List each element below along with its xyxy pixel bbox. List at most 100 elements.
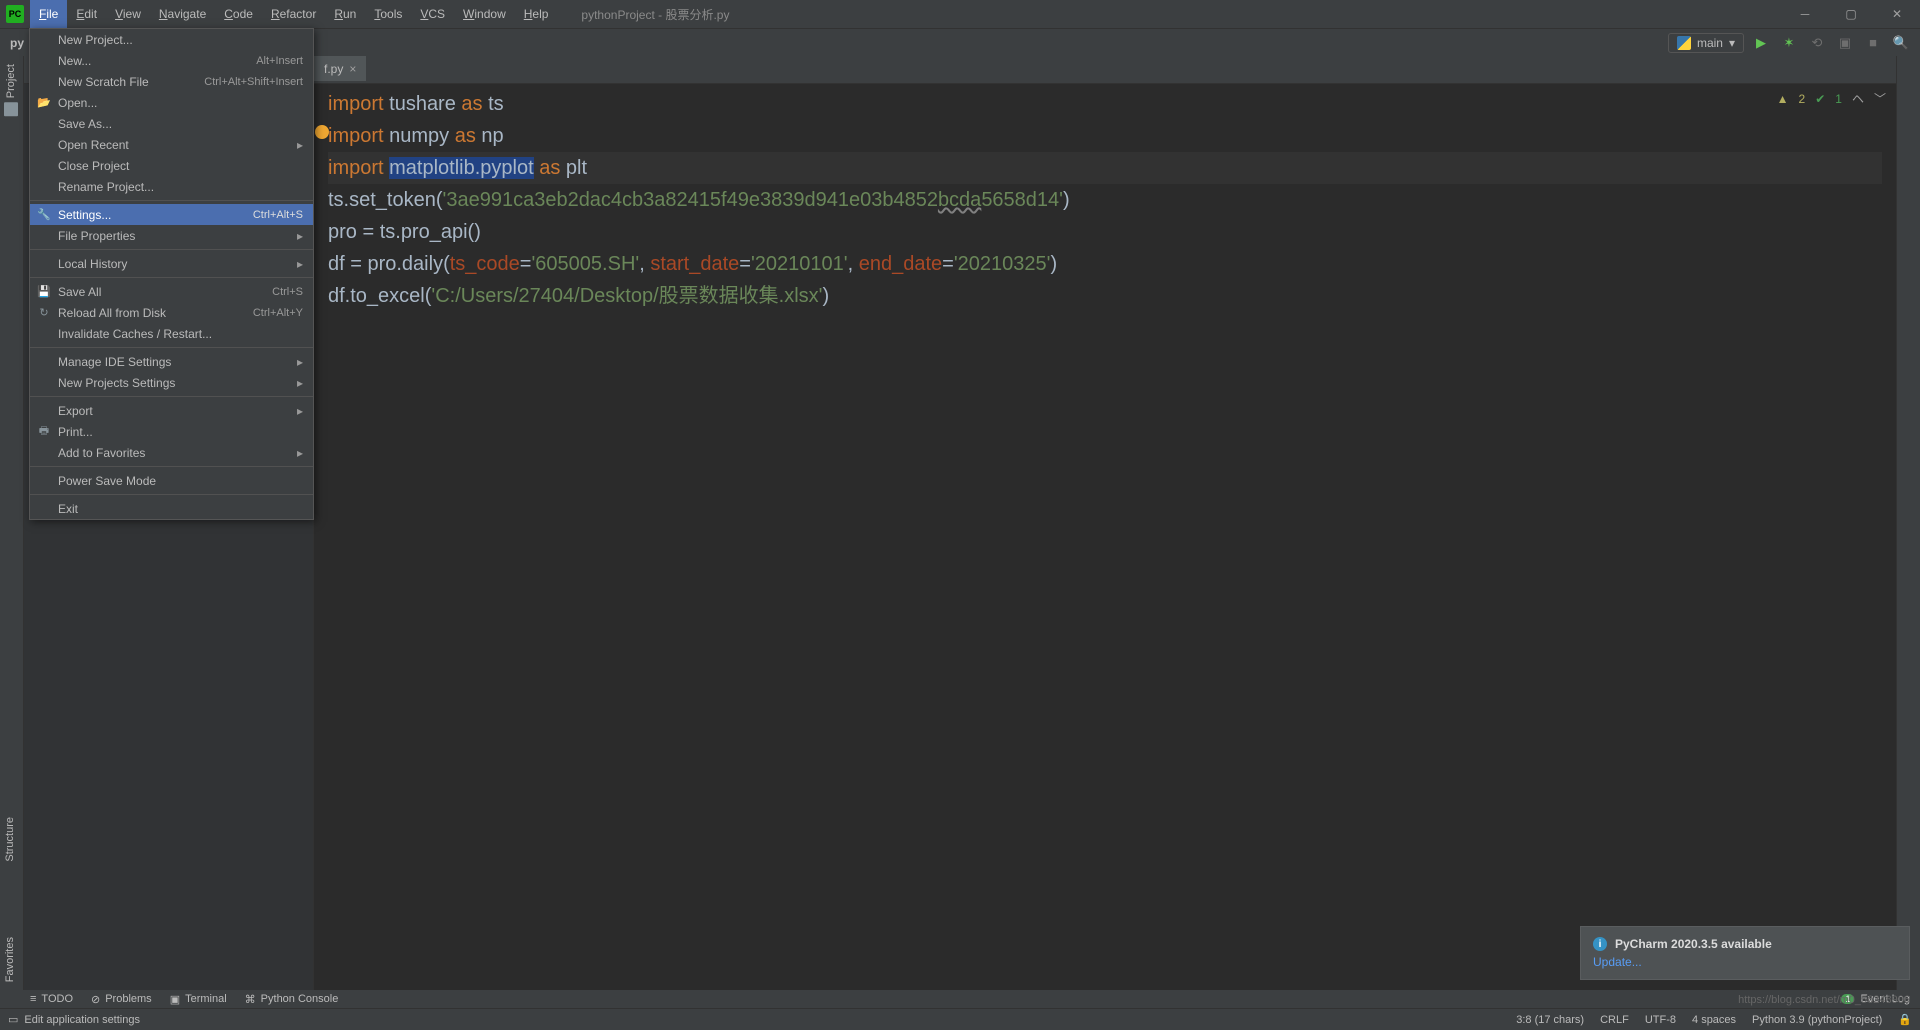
status-icon[interactable]: ▭ — [8, 1013, 18, 1026]
status-bar: ▭ Edit application settings 3:8 (17 char… — [0, 1008, 1920, 1030]
menu-item-label: Export — [58, 404, 93, 418]
structure-tool-tab[interactable]: Structure — [0, 809, 20, 870]
menu-item-label: New Projects Settings — [58, 376, 175, 390]
menu-window[interactable]: Window — [454, 0, 515, 28]
menu-view[interactable]: View — [106, 0, 150, 28]
prev-highlight-icon[interactable]: ヘ — [1852, 90, 1864, 107]
search-everywhere-icon[interactable]: 🔍 — [1890, 32, 1912, 54]
watermark: https://blog.csdn.net/m0_56248906 — [1738, 994, 1910, 1006]
problems-tool-tab[interactable]: ⊘Problems — [91, 993, 152, 1006]
file-menu-close-project[interactable]: Close Project — [30, 155, 313, 176]
update-notification[interactable]: iPyCharm 2020.3.5 available Update... — [1580, 926, 1910, 980]
menu-vcs[interactable]: VCS — [411, 0, 454, 28]
menu-item-label: New Project... — [58, 33, 133, 47]
menu-item-label: Save All — [58, 285, 101, 299]
terminal-tool-tab[interactable]: ▣Terminal — [170, 993, 227, 1006]
favorites-tool-tab[interactable]: Favorites — [0, 929, 20, 990]
debug-button[interactable]: ✶ — [1778, 32, 1800, 54]
menu-run[interactable]: Run — [325, 0, 365, 28]
menu-shortcut: Alt+Insert — [256, 55, 303, 67]
menu-item-label: Rename Project... — [58, 180, 154, 194]
file-menu-rename-project[interactable]: Rename Project... — [30, 176, 313, 197]
menu-item-label: Reload All from Disk — [58, 306, 166, 320]
menu-item-label: Power Save Mode — [58, 474, 156, 488]
file-menu-power-save-mode[interactable]: Power Save Mode — [30, 470, 313, 491]
menu-item-label: Local History — [58, 257, 127, 271]
indent-setting[interactable]: 4 spaces — [1692, 1014, 1736, 1026]
interpreter[interactable]: Python 3.9 (pythonProject) — [1752, 1014, 1882, 1026]
submenu-arrow-icon: ▸ — [297, 376, 303, 390]
code-line: import tushare as ts — [328, 88, 1882, 120]
menu-navigate[interactable]: Navigate — [150, 0, 215, 28]
close-tab-icon[interactable]: × — [349, 62, 356, 76]
code-line: df = pro.daily(ts_code='605005.SH', star… — [328, 248, 1882, 280]
file-menu-settings[interactable]: 🔧Settings...Ctrl+Alt+S — [30, 204, 313, 225]
file-menu-open[interactable]: 📂Open... — [30, 92, 313, 113]
run-coverage-button[interactable]: ⟲ — [1806, 32, 1828, 54]
menu-item-label: Open Recent — [58, 138, 129, 152]
menu-item-icon: 🖶 — [37, 425, 51, 439]
code-line: ts.set_token('3ae991ca3eb2dac4cb3a82415f… — [328, 184, 1882, 216]
menu-edit[interactable]: Edit — [67, 0, 106, 28]
file-menu-export[interactable]: Export ▸ — [30, 400, 313, 421]
menu-item-label: Close Project — [58, 159, 129, 173]
title-bar: PC FileEditViewNavigateCodeRefactorRunTo… — [0, 0, 1920, 28]
menu-code[interactable]: Code — [215, 0, 262, 28]
close-button[interactable]: ✕ — [1874, 0, 1920, 28]
todo-tool-tab[interactable]: ≡TODO — [30, 993, 73, 1005]
maximize-button[interactable]: ▢ — [1828, 0, 1874, 28]
window-title: pythonProject - 股票分析.py — [557, 6, 1782, 23]
menu-refactor[interactable]: Refactor — [262, 0, 325, 28]
terminal-icon: ▣ — [170, 993, 180, 1006]
file-menu-exit[interactable]: Exit — [30, 498, 313, 519]
file-menu-invalidate-caches-restart[interactable]: Invalidate Caches / Restart... — [30, 323, 313, 344]
file-encoding[interactable]: UTF-8 — [1645, 1014, 1676, 1026]
menu-item-label: File Properties — [58, 229, 135, 243]
submenu-arrow-icon: ▸ — [297, 257, 303, 271]
breadcrumb[interactable]: py — [6, 36, 28, 50]
menu-item-label: Invalidate Caches / Restart... — [58, 327, 212, 341]
window-controls: － ▢ ✕ — [1782, 0, 1920, 28]
submenu-arrow-icon: ▸ — [297, 404, 303, 418]
file-menu-save-all[interactable]: 💾Save AllCtrl+S — [30, 281, 313, 302]
code-area[interactable]: ▲2 ✔1 ヘ ﹀ import tushare as ts import nu… — [314, 84, 1896, 990]
caret-position[interactable]: 3:8 (17 chars) — [1516, 1014, 1584, 1026]
file-menu-open-recent[interactable]: Open Recent▸ — [30, 134, 313, 155]
file-menu-new-projects-settings[interactable]: New Projects Settings ▸ — [30, 372, 313, 393]
inspections-widget[interactable]: ▲2 ✔1 ヘ ﹀ — [1777, 90, 1886, 107]
project-tool-tab[interactable]: Project — [0, 56, 22, 124]
notification-title: PyCharm 2020.3.5 available — [1615, 937, 1772, 951]
next-highlight-icon[interactable]: ﹀ — [1874, 90, 1886, 107]
menu-item-label: Add to Favorites — [58, 446, 145, 460]
file-menu-file-properties[interactable]: File Properties▸ — [30, 225, 313, 246]
file-menu-reload-all-from-disk[interactable]: ↻Reload All from DiskCtrl+Alt+Y — [30, 302, 313, 323]
update-link[interactable]: Update... — [1593, 955, 1897, 969]
file-menu-new[interactable]: New...Alt+Insert — [30, 50, 313, 71]
python-console-tool-tab[interactable]: ⌘Python Console — [245, 993, 339, 1006]
run-config-selector[interactable]: main ▾ — [1668, 33, 1744, 53]
menu-file[interactable]: File — [30, 0, 67, 28]
file-menu-add-to-favorites[interactable]: Add to Favorites▸ — [30, 442, 313, 463]
file-menu-manage-ide-settings[interactable]: Manage IDE Settings▸ — [30, 351, 313, 372]
app-icon: PC — [6, 5, 24, 23]
attach-button[interactable]: ▣ — [1834, 32, 1856, 54]
lock-icon[interactable]: 🔒 — [1898, 1013, 1912, 1026]
ok-count: 1 — [1835, 92, 1842, 106]
menu-separator — [30, 466, 313, 467]
menu-help[interactable]: Help — [515, 0, 558, 28]
file-menu-new-scratch-file[interactable]: New Scratch FileCtrl+Alt+Shift+Insert — [30, 71, 313, 92]
menu-separator — [30, 347, 313, 348]
menu-item-label: Open... — [58, 96, 97, 110]
file-menu-new-project[interactable]: New Project... — [30, 29, 313, 50]
code-line: pro = ts.pro_api() — [328, 216, 1882, 248]
line-separator[interactable]: CRLF — [1600, 1014, 1629, 1026]
stop-button[interactable]: ■ — [1862, 32, 1884, 54]
minimize-button[interactable]: － — [1782, 0, 1828, 28]
file-menu-save-as[interactable]: Save As... — [30, 113, 313, 134]
file-menu-print[interactable]: 🖶Print... — [30, 421, 313, 442]
editor-tab[interactable]: f.py × — [314, 56, 366, 83]
run-button[interactable]: ▶ — [1750, 32, 1772, 54]
file-menu-local-history[interactable]: Local History ▸ — [30, 253, 313, 274]
check-icon: ✔ — [1815, 92, 1825, 106]
menu-tools[interactable]: Tools — [365, 0, 411, 28]
